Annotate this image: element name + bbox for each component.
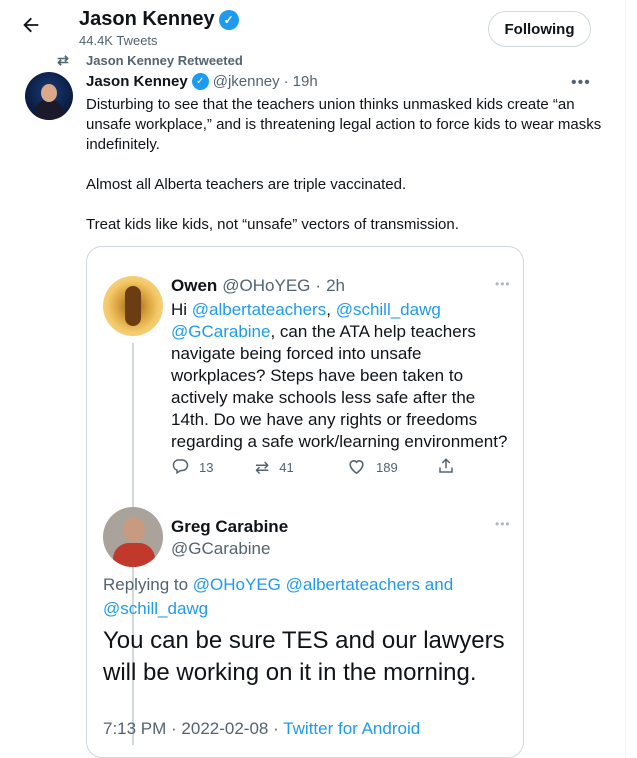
quoted-author-handle: @OHoYEG	[222, 276, 311, 295]
retweet-count: 41	[279, 460, 294, 475]
quoted-text-part: Hi	[171, 300, 192, 319]
like-count: 189	[376, 460, 398, 475]
more-icon[interactable]: •••	[571, 74, 591, 92]
like-action: 189	[347, 457, 437, 478]
avatar[interactable]	[25, 72, 73, 120]
share-icon	[437, 457, 455, 478]
reply-timestamp: 7:13 PM · 2022-02-08 ·	[103, 719, 284, 738]
profile-name: Jason Kenney ✓	[79, 8, 239, 31]
avatar	[103, 276, 163, 336]
quoted-header: Owen @OHoYEG · 2h	[171, 276, 345, 296]
avatar	[103, 507, 163, 567]
reply-text: You can be sure TES and our lawyers will…	[103, 627, 505, 686]
reply-count: 13	[199, 460, 214, 475]
replying-prefix: Replying to	[103, 575, 193, 594]
verified-badge-icon: ✓	[191, 73, 209, 90]
quoted-time: 2h	[326, 276, 346, 295]
meta-separator: ·	[315, 276, 322, 295]
arrow-left-icon[interactable]	[20, 14, 44, 38]
following-button[interactable]: Following	[488, 11, 591, 47]
mention: @schill_dawg	[335, 300, 441, 319]
mention: @albertateachers	[191, 300, 327, 319]
profile-header: Jason Kenney ✓ 44.4K Tweets Following	[0, 0, 625, 52]
more-icon: •••	[495, 517, 511, 531]
quoted-text: Hi @albertateachers, @schill_dawg @GCara…	[171, 299, 511, 453]
quoted-text-part: , can the ATA help teachers navigate bei…	[171, 322, 508, 451]
more-icon: •••	[495, 277, 511, 291]
reply-icon	[171, 457, 189, 478]
verified-badge-icon: ✓	[218, 9, 239, 30]
tweet-text: Disturbing to see that the teachers unio…	[86, 95, 606, 255]
reply-meta: 7:13 PM · 2022-02-08 · Twitter for Andro…	[103, 719, 420, 739]
reply-author-handle: @GCarabine	[171, 539, 271, 558]
tweet-paragraph: Almost all Alberta teachers are triple v…	[86, 176, 407, 193]
author-name[interactable]: Jason Kenney	[86, 73, 188, 90]
reply-author-name: Greg Carabine	[171, 517, 289, 536]
tweet-paragraph: Treat kids like kids, not “unsafe” vecto…	[86, 216, 459, 233]
quoted-author-name: Owen	[171, 276, 218, 295]
tweet-header: Jason Kenney ✓ @jkenney · 19h	[86, 73, 318, 90]
action-bar: 13 ⇄ 41 189	[171, 457, 461, 478]
timeline-border	[625, 0, 626, 758]
profile-name-text: Jason Kenney	[79, 8, 215, 30]
reply-action: 13	[171, 457, 255, 478]
retweet-indicator: ⇄ Jason Kenney Retweeted	[54, 52, 243, 69]
heart-icon	[347, 457, 366, 478]
mention: @GCarabine	[171, 322, 271, 341]
author-handle[interactable]: @jkenney	[213, 73, 280, 90]
retweet-label[interactable]: Jason Kenney Retweeted	[86, 53, 243, 68]
share-action	[437, 457, 455, 478]
quoted-text-part: ,	[326, 300, 336, 319]
attached-image-card[interactable]: Owen @OHoYEG · 2h ••• Hi @albertateacher…	[86, 246, 524, 758]
retweet-icon: ⇄	[57, 52, 69, 68]
tweet-paragraph: Disturbing to see that the teachers unio…	[86, 96, 602, 153]
reply-source: Twitter for Android	[283, 719, 421, 738]
tweet-count: 44.4K Tweets	[79, 33, 158, 48]
tweet-time[interactable]: 19h	[293, 73, 318, 90]
meta-separator: ·	[283, 73, 289, 90]
retweet-icon: ⇄	[255, 458, 270, 477]
replying-to: Replying to @OHoYEG @albertateachers and…	[103, 573, 463, 621]
retweet-action: ⇄ 41	[255, 459, 347, 476]
